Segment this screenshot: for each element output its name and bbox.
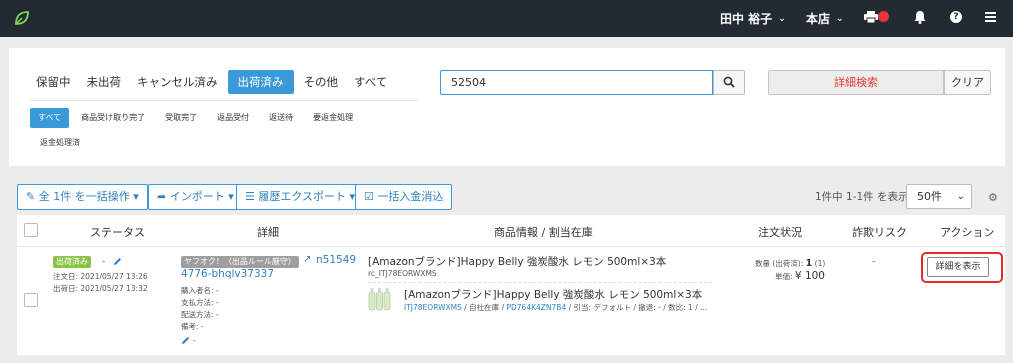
tab-shipped[interactable]: 出荷済み — [227, 70, 294, 94]
tab-all[interactable]: すべて — [348, 70, 393, 94]
column-detail: 詳細 — [257, 226, 279, 239]
help-icon[interactable]: ? — [950, 11, 962, 23]
status-dash: - — [102, 257, 106, 267]
pencil-icon[interactable] — [181, 336, 190, 345]
import-label: インポート — [169, 190, 225, 203]
advanced-search-button[interactable]: 詳細検索 — [768, 70, 944, 95]
order-date: 注文日: 2021/05/27 13:26 — [53, 272, 148, 281]
column-status: ステータス — [90, 226, 145, 239]
caret-down-icon: ▾ — [228, 190, 234, 203]
sub-status-tabs: すべて 商品受け取り完了 受取完了 返品受付 返送待 要返金処理 — [30, 108, 365, 128]
tab-other[interactable]: その他 — [298, 70, 345, 94]
fraud-risk-value: - — [872, 257, 876, 267]
per-page-value: 50件 — [917, 190, 942, 203]
unit-price-value: ¥ 100 — [794, 270, 825, 282]
chevron-down-icon: ⌄ — [836, 13, 844, 24]
stock-code-link[interactable]: PD764K4ZN7B4 — [506, 303, 566, 312]
bulk-payment-button[interactable]: ☑ 一括入金消込 — [355, 184, 453, 210]
tab-pending[interactable]: 保留中 — [30, 70, 77, 94]
column-product: 商品情報 / 割当在庫 — [494, 226, 593, 239]
filter-panel — [9, 48, 1005, 166]
order-note: 備考: - — [181, 322, 204, 331]
column-fraud-risk: 詐欺リスク — [852, 226, 907, 239]
subtab-refunded[interactable]: 返金処理済 — [40, 137, 80, 148]
view-detail-button[interactable]: 詳細を表示 — [927, 257, 989, 277]
unit-price-label: 単価: — [775, 272, 793, 281]
status-badge: 出荷済み — [53, 256, 91, 268]
unit-price: 単価: ¥ 100 — [775, 270, 825, 282]
column-order-status: 注文状況 — [758, 226, 802, 239]
caret-down-icon: ▾ — [133, 190, 139, 203]
subtab-return-accepted[interactable]: 返品受付 — [209, 108, 257, 128]
row-checkbox[interactable] — [24, 293, 38, 307]
channel-badge: ヤフオク！（出品ルール厳守） — [181, 256, 299, 268]
payment-method: 支払方法: - — [181, 298, 219, 307]
chevron-down-icon: ⌄ — [956, 191, 965, 202]
tab-unshipped[interactable]: 未出荷 — [81, 70, 128, 94]
subtab-received[interactable]: 商品受け取り完了 — [73, 108, 153, 128]
subtab-awaiting-return[interactable]: 返送待 — [261, 108, 301, 128]
quantity-info: 数量 (出荷済): 1 (1) — [755, 258, 825, 269]
bulk-action-button[interactable]: ✎ 全 1件 を一括操作 ▾ — [17, 184, 148, 210]
subtab-refund-needed[interactable]: 要返金処理 — [305, 108, 361, 128]
notification-dot — [878, 11, 889, 22]
pencil-icon[interactable] — [113, 257, 122, 266]
check-square-icon: ☑ — [364, 190, 374, 203]
hamburger-menu-icon[interactable] — [985, 12, 996, 22]
product-sku: rc_ITJ78EORWXMS — [368, 269, 437, 278]
bulk-action-label: 全 1件 を一括操作 — [38, 190, 130, 203]
stock-item-title: [Amazonブランド]Happy Belly 強炭酸水 レモン 500ml×3… — [404, 289, 703, 301]
gear-icon[interactable]: ⚙ — [988, 191, 998, 204]
status-tabs: 保留中 未出荷 キャンセル済み 出荷済み その他 すべて — [30, 70, 397, 94]
list-icon: ☰ — [245, 190, 255, 203]
result-count: 1件中 1-1件 を表示 — [815, 191, 909, 203]
history-export-label: 履歴エクスポート — [258, 190, 347, 203]
orders-table: ステータス 詳細 商品情報 / 割当在庫 注文状況 詐欺リスク アクション — [17, 215, 1005, 355]
search-button[interactable] — [713, 70, 745, 95]
ship-date: 出荷日: 2021/05/27 13:32 — [53, 284, 148, 293]
user-name: 田中 裕子 — [720, 12, 773, 26]
chevron-down-icon: ⌄ — [778, 13, 786, 24]
stock-item-details: ITJ78EORWXMS / 自社在庫 / PD764K4ZN7B4 / 引当:… — [404, 302, 707, 313]
user-menu[interactable]: 田中 裕子 ⌄ — [720, 10, 786, 27]
stock-meta: / 引当: デフォルト / 撤退: - / 数比: 1 / ... — [566, 303, 708, 312]
edit-icon: ✎ — [26, 190, 36, 203]
clear-button[interactable]: クリア — [944, 70, 991, 95]
product-divider — [368, 282, 712, 283]
tab-divider — [30, 100, 418, 101]
stock-sku-link[interactable]: ITJ78EORWXMS — [404, 303, 462, 312]
buyer-name: 購入者名: - — [181, 286, 219, 295]
table-header: ステータス 詳細 商品情報 / 割当在庫 注文状況 詐欺リスク アクション — [17, 215, 1005, 247]
import-button[interactable]: ➦ インポート ▾ — [148, 184, 243, 210]
top-navbar: 田中 裕子 ⌄ 本店 ⌄ ? — [0, 0, 1013, 37]
history-export-button[interactable]: ☰ 履歴エクスポート ▾ — [236, 184, 365, 210]
column-action: アクション — [940, 226, 995, 239]
tab-cancelled[interactable]: キャンセル済み — [131, 70, 224, 94]
product-title: [Amazonブランド]Happy Belly 強炭酸水 レモン 500ml×3… — [368, 256, 667, 268]
external-link-icon[interactable]: ↗ — [303, 254, 311, 265]
bulk-payment-label: 一括入金消込 — [377, 190, 444, 203]
search-input[interactable]: 52504 — [440, 70, 713, 95]
select-all-checkbox[interactable] — [24, 223, 38, 237]
per-page-select[interactable]: 50件 ⌄ — [906, 184, 972, 209]
search-icon — [723, 76, 735, 88]
store-menu[interactable]: 本店 ⌄ — [806, 10, 844, 27]
printer-icon[interactable] — [864, 11, 878, 23]
leaf-logo-icon[interactable] — [12, 8, 32, 28]
subtab-receipt-done[interactable]: 受取完了 — [157, 108, 205, 128]
edit-dash: - — [193, 336, 196, 345]
bell-icon[interactable] — [914, 10, 926, 24]
stock-location: / 自社在庫 / — [461, 303, 507, 312]
quantity-label: 数量 (出荷済): — [755, 259, 804, 268]
store-name: 本店 — [806, 12, 831, 26]
order-number-link[interactable]: n51549 — [316, 254, 356, 266]
quantity-sub: (1) — [814, 259, 826, 268]
subtab-all[interactable]: すべて — [30, 108, 70, 128]
product-thumbnail-image — [368, 288, 391, 311]
share-icon: ➦ — [157, 190, 167, 203]
quantity-value: 1 — [805, 258, 813, 269]
delivery-method: 配送方法: - — [181, 310, 219, 319]
order-id-link[interactable]: 4776-bhqlv37337 — [181, 268, 274, 280]
